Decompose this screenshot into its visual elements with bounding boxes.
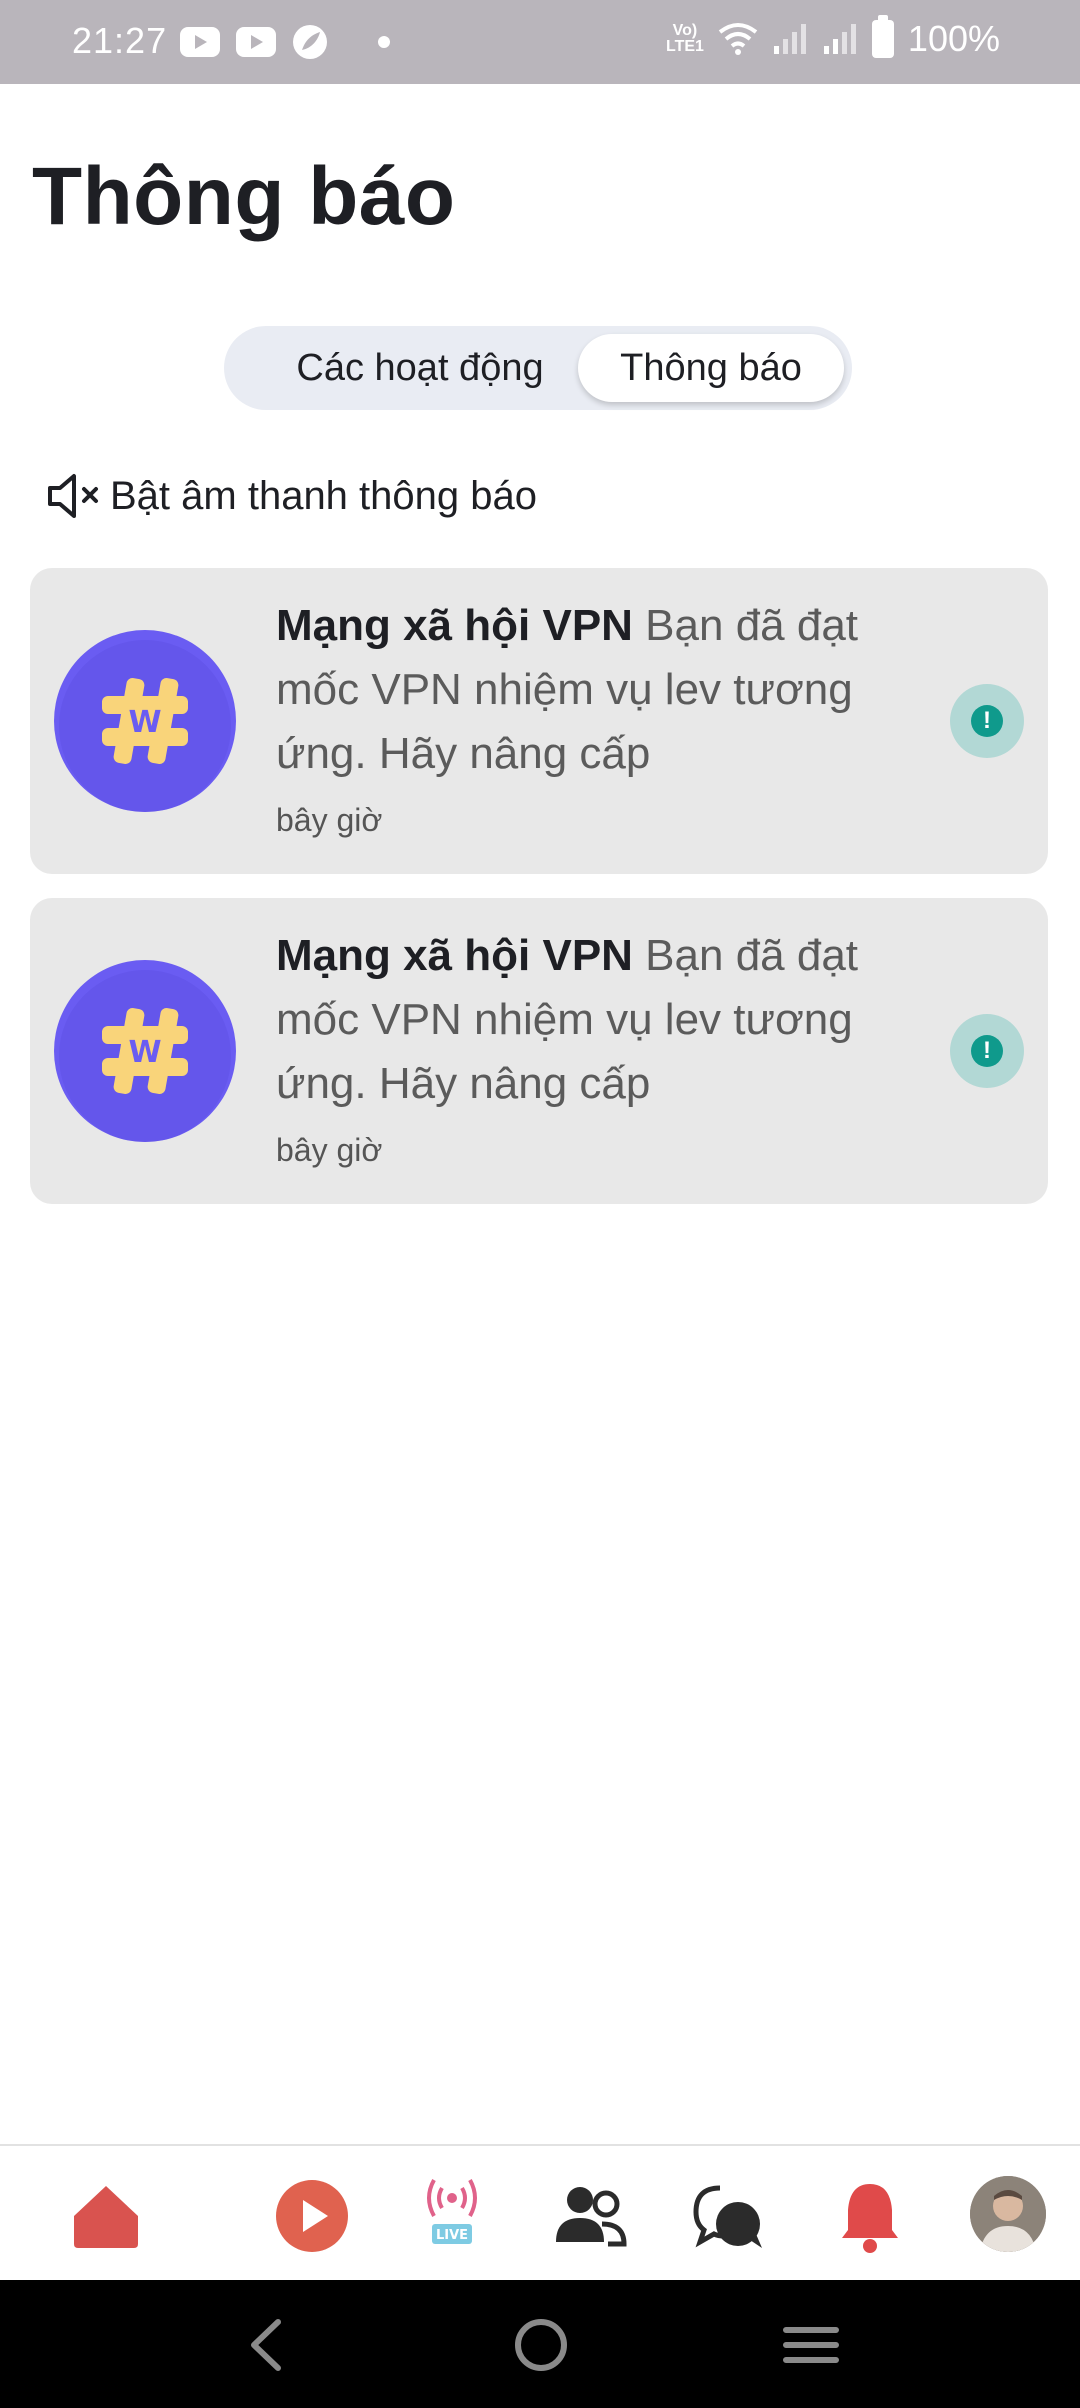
back-icon[interactable] xyxy=(232,2310,302,2380)
play-icon[interactable] xyxy=(272,2176,352,2256)
signal-icon xyxy=(823,24,856,54)
home-icon[interactable] xyxy=(66,2176,146,2256)
bell-icon[interactable] xyxy=(830,2176,910,2256)
recent-apps-icon[interactable] xyxy=(776,2310,846,2380)
svg-text:W: W xyxy=(128,705,161,740)
home-circle-icon[interactable] xyxy=(506,2310,576,2380)
profile-avatar[interactable] xyxy=(970,2176,1046,2252)
notification-icons xyxy=(180,24,390,60)
live-icon[interactable]: LIVE xyxy=(412,2172,492,2252)
notification-card[interactable]: W Mạng xã hội VPN Bạn đã đạt mốc VPN nhi… xyxy=(30,568,1048,874)
tab-switcher: Các hoạt động Thông báo xyxy=(224,326,852,410)
youtube-icon xyxy=(180,27,220,57)
exclamation-icon: ! xyxy=(950,1014,1024,1088)
wifi-icon xyxy=(718,23,758,55)
profile-photo xyxy=(970,2176,1046,2252)
notification-text: Mạng xã hội VPN Bạn đã đạt mốc VPN nhiệm… xyxy=(276,594,916,786)
notification-sender: Mạng xã hội VPN xyxy=(276,601,633,650)
page-title: Thông báo xyxy=(32,151,456,242)
tab-notifications[interactable]: Thông báo xyxy=(578,334,844,402)
leaf-app-icon xyxy=(293,25,327,59)
vpn-logo-icon: W xyxy=(54,630,236,812)
system-navigation-bar xyxy=(0,2280,1080,2408)
status-bar: 21:27 Vo) LTE1 100% xyxy=(0,0,1080,84)
bottom-navigation: LIVE xyxy=(0,2144,1080,2280)
chat-icon[interactable] xyxy=(690,2176,770,2256)
battery-icon xyxy=(871,15,894,58)
signal-icon xyxy=(773,24,806,54)
status-time: 21:27 xyxy=(72,20,168,61)
notification-time: bây giờ xyxy=(276,1132,383,1168)
more-notifications-dot xyxy=(378,36,390,48)
friends-icon[interactable] xyxy=(550,2176,630,2256)
exclamation-icon: ! xyxy=(950,684,1024,758)
speaker-muted-icon xyxy=(48,474,98,518)
svg-text:W: W xyxy=(128,1035,161,1070)
vpn-logo-icon: W xyxy=(54,960,236,1142)
battery-percent: 100% xyxy=(907,18,1000,59)
volte-icon: Vo) LTE1 xyxy=(665,22,704,55)
notification-sound-toggle[interactable]: Bật âm thanh thông báo xyxy=(46,470,537,522)
notification-text: Mạng xã hội VPN Bạn đã đạt mốc VPN nhiệm… xyxy=(276,924,916,1116)
youtube-icon xyxy=(236,27,276,57)
status-right: Vo) LTE1 100% xyxy=(665,15,1000,60)
notification-card[interactable]: W Mạng xã hội VPN Bạn đã đạt mốc VPN nhi… xyxy=(30,898,1048,1204)
tab-activities[interactable]: Các hoạt động xyxy=(240,334,600,402)
sound-toggle-label: Bật âm thanh thông báo xyxy=(110,473,537,518)
svg-text:LIVE: LIVE xyxy=(436,2228,468,2243)
notification-time: bây giờ xyxy=(276,802,383,838)
notification-sender: Mạng xã hội VPN xyxy=(276,931,633,980)
